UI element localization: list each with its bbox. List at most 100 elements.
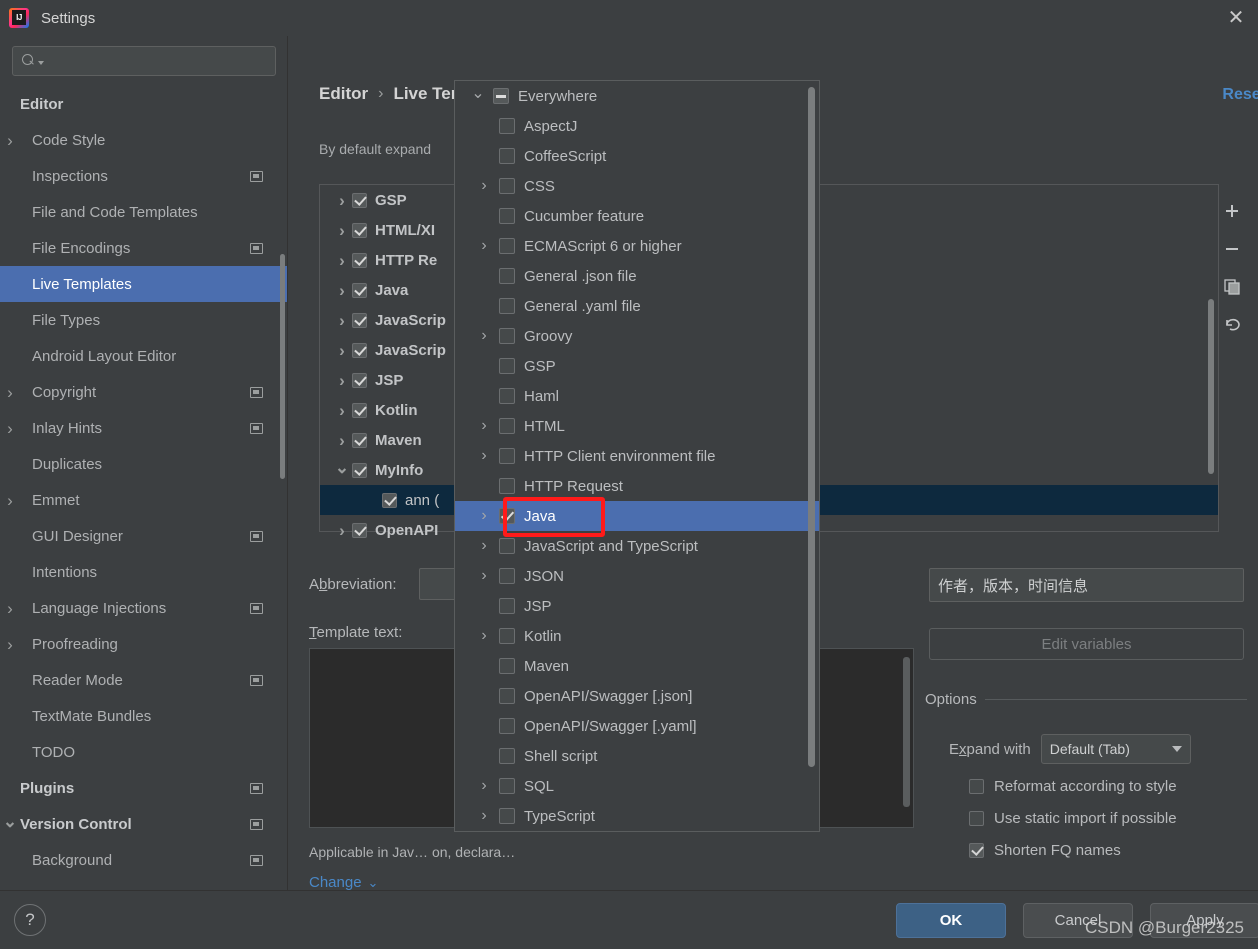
chevron-right-icon[interactable] xyxy=(469,417,499,435)
chevron-right-icon[interactable] xyxy=(332,342,352,359)
popup-item-checkbox[interactable] xyxy=(499,718,515,734)
template-group-checkbox[interactable] xyxy=(352,222,367,238)
sidebar-item-live-templates[interactable]: Live Templates xyxy=(0,266,287,302)
template-group-checkbox[interactable] xyxy=(352,432,367,448)
chevron-right-icon[interactable] xyxy=(0,132,20,149)
add-template-button[interactable] xyxy=(1214,192,1250,230)
search-input[interactable] xyxy=(44,53,269,69)
chevron-down-icon[interactable] xyxy=(0,816,20,833)
help-button[interactable]: ? xyxy=(14,904,46,936)
popup-item-checkbox[interactable] xyxy=(499,628,515,644)
chevron-down-icon[interactable] xyxy=(332,462,352,479)
option-checkbox-shorten-fq-names[interactable]: Shorten FQ names xyxy=(969,842,1121,859)
change-context-link[interactable]: Change ⌄ xyxy=(309,874,378,891)
cancel-button[interactable]: Cancel xyxy=(1023,903,1133,938)
popup-item-checkbox[interactable] xyxy=(493,88,509,104)
sidebar-item-background[interactable]: Background xyxy=(0,842,287,878)
sidebar-item-file-types[interactable]: File Types xyxy=(0,302,287,338)
sidebar-item-plugins[interactable]: Plugins xyxy=(0,770,287,806)
popup-item-checkbox[interactable] xyxy=(499,808,515,824)
sidebar-scrollbar[interactable] xyxy=(280,254,285,479)
popup-item[interactable]: Kotlin xyxy=(455,621,819,651)
popup-item-checkbox[interactable] xyxy=(499,598,515,614)
context-selection-popup[interactable]: Everywhere AspectJ CoffeeScript CSS Cucumber… xyxy=(454,80,820,832)
chevron-right-icon[interactable] xyxy=(332,192,352,209)
popup-item[interactable]: SQL xyxy=(455,771,819,801)
chevron-right-icon[interactable] xyxy=(332,222,352,239)
sidebar-item-android-layout-editor[interactable]: Android Layout Editor xyxy=(0,338,287,374)
breadcrumb-parent[interactable]: Editor xyxy=(319,84,368,104)
chevron-right-icon[interactable] xyxy=(469,177,499,195)
chevron-right-icon[interactable] xyxy=(469,627,499,645)
sidebar-item-todo[interactable]: TODO xyxy=(0,734,287,770)
popup-item-checkbox[interactable] xyxy=(499,658,515,674)
popup-item-checkbox[interactable] xyxy=(499,448,515,464)
chevron-right-icon[interactable] xyxy=(469,537,499,555)
sidebar-item-duplicates[interactable]: Duplicates xyxy=(0,446,287,482)
sidebar-item-intentions[interactable]: Intentions xyxy=(0,554,287,590)
popup-item[interactable]: General .json file xyxy=(455,261,819,291)
chevron-right-icon[interactable] xyxy=(0,384,20,401)
sidebar-item-editor[interactable]: Editor xyxy=(0,86,287,122)
popup-item[interactable]: JavaScript and TypeScript xyxy=(455,531,819,561)
chevron-right-icon[interactable] xyxy=(469,327,499,345)
sidebar-item-inspections[interactable]: Inspections xyxy=(0,158,287,194)
revert-template-button[interactable] xyxy=(1214,306,1250,344)
popup-item[interactable]: Haml xyxy=(455,381,819,411)
checkbox-indicator[interactable] xyxy=(969,843,984,858)
search-box[interactable] xyxy=(12,46,276,76)
popup-item-checkbox[interactable] xyxy=(499,388,515,404)
popup-item-checkbox[interactable] xyxy=(499,748,515,764)
chevron-right-icon[interactable] xyxy=(332,252,352,269)
checkbox-indicator[interactable] xyxy=(969,811,984,826)
chevron-right-icon[interactable] xyxy=(332,312,352,329)
popup-item-checkbox[interactable] xyxy=(499,568,515,584)
popup-item[interactable]: JSP xyxy=(455,591,819,621)
checkbox-indicator[interactable] xyxy=(969,779,984,794)
popup-item[interactable]: Maven xyxy=(455,651,819,681)
chevron-right-icon[interactable] xyxy=(0,492,20,509)
sidebar-item-proofreading[interactable]: Proofreading xyxy=(0,626,287,662)
sidebar-item-language-injections[interactable]: Language Injections xyxy=(0,590,287,626)
chevron-right-icon[interactable] xyxy=(469,777,499,795)
chevron-right-icon[interactable] xyxy=(332,402,352,419)
chevron-right-icon[interactable] xyxy=(469,807,499,825)
popup-item[interactable]: JSON xyxy=(455,561,819,591)
popup-item[interactable]: OpenAPI/Swagger [.yaml] xyxy=(455,711,819,741)
sidebar-item-code-style[interactable]: Code Style xyxy=(0,122,287,158)
popup-item[interactable]: OpenAPI/Swagger [.json] xyxy=(455,681,819,711)
template-group-checkbox[interactable] xyxy=(352,282,367,298)
apply-button[interactable]: Apply xyxy=(1150,903,1258,938)
popup-item[interactable]: HTTP Request xyxy=(455,471,819,501)
popup-item[interactable]: HTTP Client environment file xyxy=(455,441,819,471)
popup-item-checkbox[interactable] xyxy=(499,688,515,704)
sidebar-item-file-and-code-templates[interactable]: File and Code Templates xyxy=(0,194,287,230)
sidebar-item-emmet[interactable]: Emmet xyxy=(0,482,287,518)
description-input[interactable]: 作者，版本，时间信息 xyxy=(929,568,1244,602)
template-group-checkbox[interactable] xyxy=(382,492,397,508)
popup-item[interactable]: TypeScript xyxy=(455,801,819,831)
chevron-right-icon[interactable] xyxy=(332,282,352,299)
template-text-scrollbar[interactable] xyxy=(903,657,910,807)
chevron-right-icon[interactable] xyxy=(332,372,352,389)
chevron-right-icon[interactable] xyxy=(0,636,20,653)
popup-item[interactable]: Java xyxy=(455,501,819,531)
popup-item[interactable]: Groovy xyxy=(455,321,819,351)
popup-item-checkbox[interactable] xyxy=(499,208,515,224)
chevron-right-icon[interactable] xyxy=(332,432,352,449)
popup-item[interactable]: ECMAScript 6 or higher xyxy=(455,231,819,261)
popup-item[interactable]: General .yaml file xyxy=(455,291,819,321)
template-group-checkbox[interactable] xyxy=(352,312,367,328)
popup-item-checkbox[interactable] xyxy=(499,118,515,134)
chevron-right-icon[interactable] xyxy=(0,600,20,617)
ok-button[interactable]: OK xyxy=(896,903,1006,938)
popup-item[interactable]: CoffeeScript xyxy=(455,141,819,171)
popup-item-checkbox[interactable] xyxy=(499,148,515,164)
popup-item-checkbox[interactable] xyxy=(499,178,515,194)
chevron-right-icon[interactable] xyxy=(332,522,352,539)
sidebar-item-gui-designer[interactable]: GUI Designer xyxy=(0,518,287,554)
chevron-right-icon[interactable] xyxy=(469,507,499,525)
popup-item[interactable]: HTML xyxy=(455,411,819,441)
template-group-checkbox[interactable] xyxy=(352,402,367,418)
sidebar-item-reader-mode[interactable]: Reader Mode xyxy=(0,662,287,698)
